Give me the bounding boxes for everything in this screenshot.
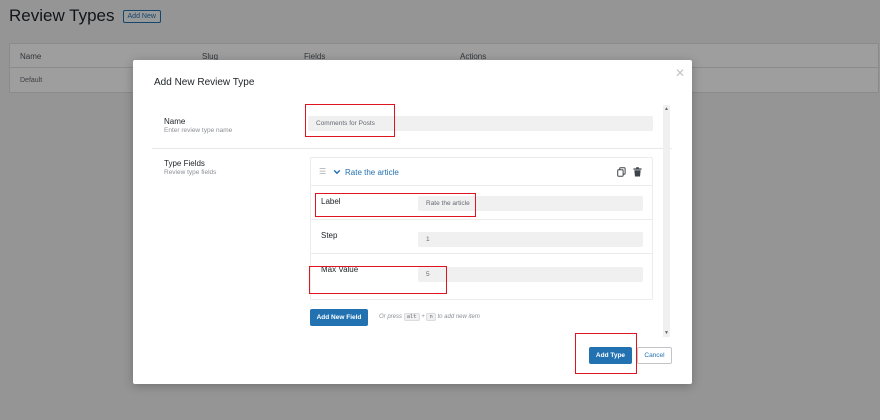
name-section-description: Enter review type name xyxy=(164,127,233,134)
review-type-name-input[interactable]: Comments for Posts xyxy=(308,116,653,131)
add-field-hint: Or press alt + n to add new item xyxy=(379,313,480,321)
scroll-down-arrow-icon[interactable]: ▼ xyxy=(663,330,670,336)
label-field-input[interactable]: Rate the article xyxy=(418,196,643,211)
type-fields-section-description: Review type fields xyxy=(164,169,217,176)
hint-prefix: Or press xyxy=(379,314,403,320)
scroll-up-arrow-icon[interactable]: ▲ xyxy=(663,106,670,112)
chevron-down-icon[interactable] xyxy=(333,168,341,176)
add-new-field-button[interactable]: Add New Field xyxy=(310,309,368,326)
max-value-field-label: Max Value xyxy=(321,265,359,274)
name-section-label: Name xyxy=(164,117,186,126)
copy-icon[interactable] xyxy=(617,167,626,177)
add-type-button[interactable]: Add Type xyxy=(589,347,632,364)
modal-scrollbar[interactable]: ▲ ▼ xyxy=(663,105,670,337)
field-item-header[interactable]: ☰ Rate the article xyxy=(311,158,652,186)
label-field-label: Label xyxy=(321,197,341,206)
step-field-input[interactable]: 1 xyxy=(418,232,643,247)
add-review-type-modal: Add New Review Type ✕ Name Enter review … xyxy=(133,60,692,384)
cancel-button[interactable]: Cancel xyxy=(637,347,672,364)
field-row-step: Step 1 xyxy=(311,220,652,254)
close-icon[interactable]: ✕ xyxy=(675,66,685,80)
step-field-label: Step xyxy=(321,231,338,240)
hint-key-alt: alt xyxy=(403,313,420,321)
hint-plus: + xyxy=(421,314,425,320)
trash-icon[interactable] xyxy=(633,167,642,177)
type-fields-section-label: Type Fields xyxy=(164,159,205,168)
field-row-max-value: Max Value 5 xyxy=(311,254,652,288)
max-value-field-input[interactable]: 5 xyxy=(418,267,643,282)
field-row-label: Label Rate the article xyxy=(311,186,652,220)
hint-suffix: to add new item xyxy=(437,314,480,320)
hint-key-n: n xyxy=(426,313,436,321)
drag-handle-icon[interactable]: ☰ xyxy=(319,167,326,176)
modal-title: Add New Review Type xyxy=(154,77,255,88)
section-divider xyxy=(152,148,672,149)
type-fields-panel: ☰ Rate the article Label Rate the articl… xyxy=(310,157,653,300)
field-title[interactable]: Rate the article xyxy=(345,168,399,177)
